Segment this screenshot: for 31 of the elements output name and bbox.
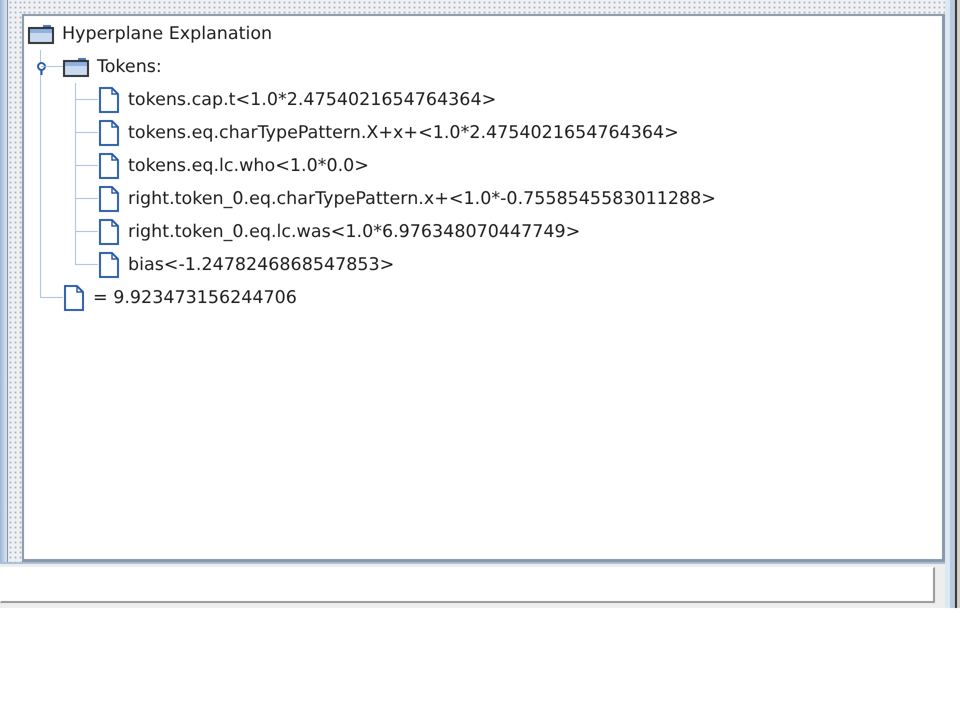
tree-item-label: bias<-1.2478246868547853>	[128, 254, 394, 274]
document-icon	[98, 218, 120, 244]
document-icon	[98, 186, 120, 212]
splitter-bar[interactable]	[22, 0, 945, 14]
status-field[interactable]	[0, 566, 935, 602]
document-icon	[63, 284, 85, 310]
folder-icon	[28, 24, 54, 44]
document-icon	[98, 152, 120, 178]
tree-item-label: = 9.923473156244706	[93, 288, 297, 308]
tree-item-label: Hyperplane Explanation	[62, 24, 272, 44]
expand-handle-icon[interactable]	[36, 61, 47, 75]
document-icon	[98, 252, 120, 278]
tree-item[interactable]: bias<-1.2478246868547853>	[98, 248, 394, 281]
tree-item[interactable]: right.token_0.eq.lc.was<1.0*6.976348070447749>	[98, 215, 580, 248]
folder-icon	[63, 56, 89, 76]
tree-item-label: tokens.cap.t<1.0*2.4754021654764364>	[128, 90, 496, 110]
document-icon	[98, 120, 120, 146]
tree-item[interactable]: tokens.cap.t<1.0*2.4754021654764364>	[98, 83, 496, 116]
tree-item-label: Tokens:	[97, 56, 162, 76]
tree-item[interactable]: right.token_0.eq.charTypePattern.x+<1.0*-0.7558545583011288>	[98, 182, 716, 215]
tree-item-label: right.token_0.eq.charTypePattern.x+<1.0*-0.7558545583011288>	[128, 188, 716, 208]
tree-item[interactable]: tokens.eq.lc.who<1.0*0.0>	[98, 149, 369, 182]
tree-item[interactable]: Hyperplane Explanation	[28, 17, 942, 50]
splitter-bar[interactable]	[8, 0, 22, 562]
tree-item[interactable]: Tokens:	[63, 50, 716, 83]
document-icon	[98, 86, 120, 112]
tree-item-label: tokens.eq.lc.who<1.0*0.0>	[128, 156, 369, 176]
tree-item-label: right.token_0.eq.lc.was<1.0*6.976348070447749>	[128, 222, 580, 242]
tree-item-label: tokens.eq.charTypePattern.X+x+<1.0*2.4754021654764364>	[128, 122, 679, 142]
tree-item[interactable]: = 9.923473156244706	[63, 281, 297, 314]
tree-item[interactable]: tokens.eq.charTypePattern.X+x+<1.0*2.4754021654764364>	[98, 116, 679, 149]
